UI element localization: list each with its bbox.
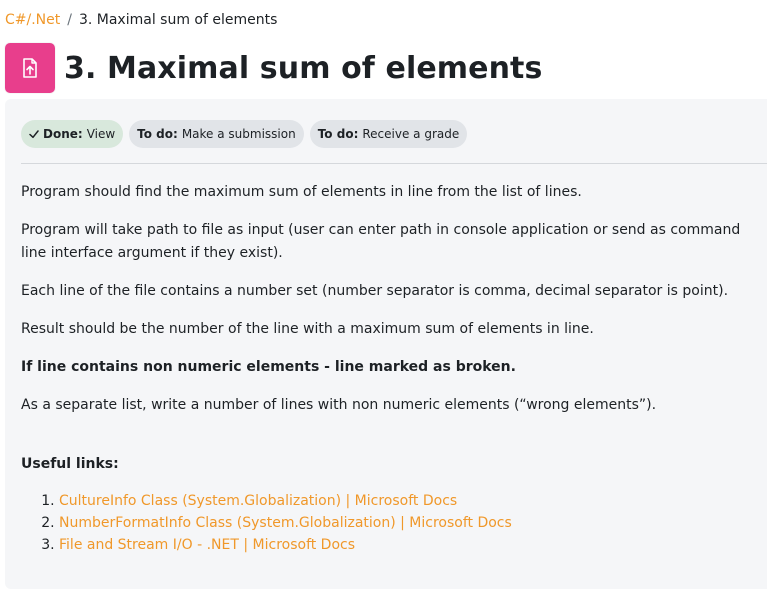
breadcrumb: C#/.Net / 3. Maximal sum of elements (5, 12, 277, 28)
page-header: 3. Maximal sum of elements (5, 43, 542, 93)
useful-links-heading: Useful links: (21, 456, 119, 472)
assignment-description: Program should find the maximum sum of e… (21, 181, 741, 556)
breadcrumb-current: 3. Maximal sum of elements (78, 12, 278, 28)
completion-badge-prefix: Done: (43, 127, 83, 141)
link-cultureinfo[interactable]: CultureInfo Class (System.Globalization)… (59, 493, 457, 509)
completion-badge-prefix: To do: (137, 127, 178, 141)
breadcrumb-course-link[interactable]: C#/.Net (5, 12, 60, 28)
description-paragraph: Result should be the number of the line … (21, 321, 594, 337)
description-paragraph: Program will take path to file as input … (21, 222, 741, 261)
completion-badge-view: Done: View (21, 120, 124, 148)
completion-badge-submission: To do: Make a submission (129, 120, 304, 148)
completion-badge-label: View (86, 127, 116, 141)
activity-panel: Done: View To do: Make a submission To d… (5, 99, 767, 589)
useful-links-list: CultureInfo Class (System.Globalization)… (21, 490, 741, 556)
description-paragraph: As a separate list, write a number of li… (21, 397, 657, 413)
list-item: File and Stream I/O - .NET | Microsoft D… (59, 534, 741, 556)
completion-badge-label: Make a submission (181, 127, 296, 141)
completion-badge-prefix: To do: (317, 127, 359, 141)
description-broken-rule: If line contains non numeric elements - … (21, 359, 516, 375)
divider (21, 163, 767, 164)
link-file-stream-io[interactable]: File and Stream I/O - .NET | Microsoft D… (59, 537, 355, 553)
completion-badge-label: Receive a grade (362, 127, 460, 141)
description-paragraph: Each line of the file contains a number … (21, 283, 729, 299)
completion-badge-grade: To do: Receive a grade (309, 120, 468, 148)
list-item: NumberFormatInfo Class (System.Globaliza… (59, 512, 741, 534)
page-title: 3. Maximal sum of elements (64, 50, 543, 86)
check-icon (29, 129, 39, 139)
completion-requirements: Done: View To do: Make a submission To d… (21, 120, 468, 148)
link-numberformatinfo[interactable]: NumberFormatInfo Class (System.Globaliza… (59, 515, 512, 531)
breadcrumb-separator: / (67, 12, 72, 28)
list-item: CultureInfo Class (System.Globalization)… (59, 490, 741, 512)
assignment-upload-icon (5, 43, 55, 93)
description-paragraph: Program should find the maximum sum of e… (21, 184, 582, 200)
